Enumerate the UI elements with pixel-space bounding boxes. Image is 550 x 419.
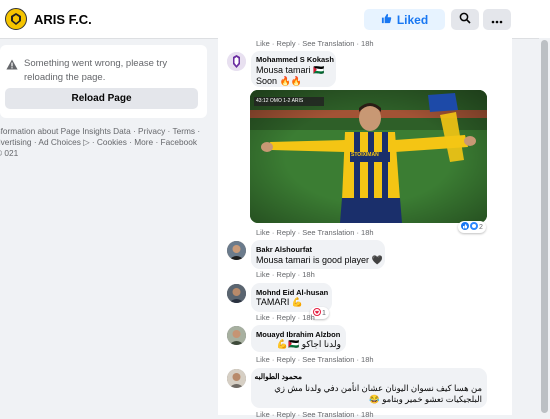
- reaction-summary[interactable]: 2: [458, 221, 486, 233]
- avatar[interactable]: [227, 52, 246, 71]
- comment-actions[interactable]: Like · Reply · 18h: [256, 270, 315, 279]
- page-name[interactable]: ARIS F.C.: [34, 12, 92, 27]
- comment-text: من هسا كيف نسوان اليونان عشان انأمن دفي …: [274, 383, 482, 393]
- liked-label: Liked: [396, 12, 429, 27]
- liked-button[interactable]: Liked: [364, 9, 445, 30]
- comment-text: Mousa tamari 🇵🇸: [256, 65, 325, 75]
- comment-author[interactable]: Mohnd Eid Al-husan: [256, 288, 328, 297]
- scrollbar-thumb[interactable]: [541, 40, 548, 413]
- thumbs-up-icon: [381, 13, 392, 27]
- comment-text: Mousa tamari is good player 🖤: [256, 255, 383, 265]
- reload-page-button[interactable]: Reload Page: [5, 88, 198, 109]
- score-overlay: 43:12 OMO 1-2 ARIS: [256, 98, 304, 104]
- search-icon: [459, 11, 471, 29]
- comment-actions[interactable]: Like · Reply · See Translation · 18h: [256, 355, 374, 364]
- avatar[interactable]: [227, 284, 246, 303]
- avatar[interactable]: [227, 369, 246, 388]
- comment-actions[interactable]: Like · Reply · See Translation · 18h: [256, 39, 374, 48]
- comment-text: ولدنا اجاكو 🇵🇸💪: [276, 339, 341, 349]
- comment-text: TAMARI 💪: [256, 297, 304, 307]
- search-button[interactable]: [451, 9, 479, 30]
- like-reaction-icon: [461, 222, 469, 232]
- comment-actions[interactable]: Like · Reply · 18h: [256, 313, 315, 322]
- avatar[interactable]: [227, 326, 246, 345]
- comment-text: Soon 🔥🔥: [256, 76, 302, 86]
- comment-author[interactable]: Mohammed S Kokash: [256, 55, 334, 64]
- comment-text: البلجيكيات تعشو خمير وبتامو 😂: [369, 394, 482, 404]
- avatar[interactable]: [227, 241, 246, 260]
- comment-author[interactable]: محمود الطوالبه: [254, 372, 302, 381]
- shirt-sponsor: STOIXIMAN: [351, 152, 379, 158]
- warning-icon: [6, 57, 18, 75]
- top-navigation-bar: ARIS F.C. Liked: [0, 0, 550, 39]
- love-reaction-icon: [470, 222, 478, 232]
- error-card: Something went wrong, please try reloadi…: [0, 45, 207, 118]
- aris-crest-icon[interactable]: [5, 8, 27, 30]
- ellipsis-icon: [491, 11, 503, 29]
- comment-actions[interactable]: Like · Reply · See Translation · 18h: [256, 228, 374, 237]
- comment-author[interactable]: Mouayd Ibrahim Alzbon: [256, 330, 340, 339]
- more-options-button[interactable]: [483, 9, 511, 30]
- error-message: Something went wrong, please try reloadi…: [24, 58, 168, 83]
- reaction-count: 1: [322, 309, 326, 317]
- footer-links[interactable]: nformation about Page Insights Data · Pr…: [0, 126, 201, 159]
- comment-author[interactable]: Bakr Alshourfat: [256, 245, 312, 254]
- comment-photo[interactable]: 43:12 OMO 1-2 ARIS STOIXIMAN: [250, 90, 487, 223]
- reaction-count: 2: [479, 223, 483, 231]
